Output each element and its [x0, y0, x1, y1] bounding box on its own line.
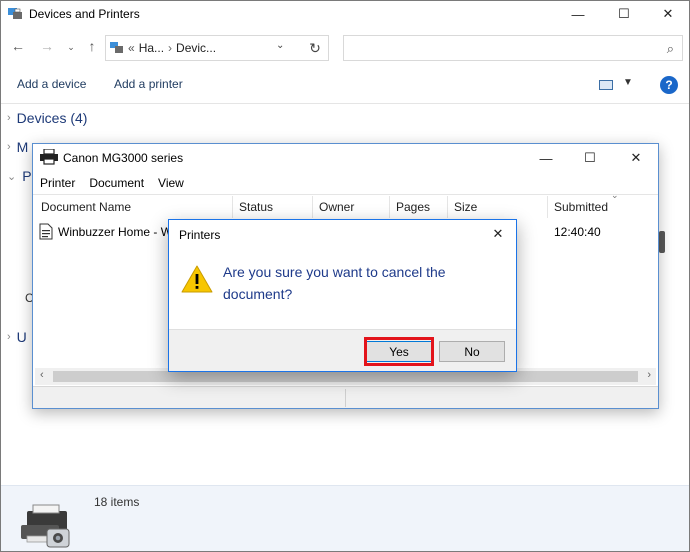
scroll-left-icon[interactable]: ‹	[40, 369, 44, 381]
address-path[interactable]: « Ha... › Devic... ⌄	[105, 35, 329, 61]
details-pane: 18 items	[1, 485, 689, 551]
dialog-button-bar: Yes No	[169, 329, 516, 371]
column-size[interactable]: Size	[448, 196, 548, 218]
minimize-button[interactable]: —	[555, 1, 601, 27]
overflow-chevrons[interactable]: «	[128, 41, 135, 55]
refresh-icon[interactable]: ↻	[301, 35, 329, 61]
column-owner[interactable]: Owner	[313, 196, 390, 218]
queue-status-bar	[33, 386, 658, 408]
up-arrow-icon[interactable]: ↑	[83, 38, 101, 54]
dialog-close-button[interactable]: ✕	[486, 223, 510, 245]
add-printer-button[interactable]: Add a printer	[114, 77, 183, 91]
breadcrumb-devices[interactable]: Devic...	[176, 41, 216, 55]
printer-icon	[39, 148, 59, 165]
control-panel-icon	[110, 42, 124, 54]
dialog-title: Printers	[179, 228, 221, 242]
column-status[interactable]: Status	[233, 196, 313, 218]
no-button[interactable]: No	[439, 341, 505, 362]
recent-locations-chevron-icon[interactable]: ⌄	[62, 42, 80, 53]
section-unspecified[interactable]: › U	[7, 329, 27, 345]
status-divider	[345, 389, 346, 407]
close-button[interactable]: ✕	[645, 1, 690, 27]
change-view-icon[interactable]	[599, 80, 613, 90]
yes-button-highlight	[364, 337, 434, 366]
view-options-dropdown-icon[interactable]: ▼	[623, 77, 633, 88]
dialog-message: Are you sure you want to cancel the docu…	[223, 264, 446, 302]
command-bar: Add a device Add a printer ▼ ?	[1, 71, 689, 99]
window-title: Devices and Printers	[29, 7, 140, 21]
scroll-right-icon[interactable]: ›	[647, 369, 651, 381]
queue-menu-bar: Printer Document View	[33, 173, 658, 193]
menu-document[interactable]: Document	[82, 173, 151, 193]
add-device-button[interactable]: Add a device	[17, 77, 86, 91]
document-icon	[39, 223, 53, 240]
devices-printers-icon	[7, 7, 23, 21]
address-bar-row: ← → ⌄ ↑ « Ha... › Devic... ⌄ ↻ ⌕	[1, 34, 689, 62]
section-devices[interactable]: › Devices (4)	[7, 110, 87, 126]
queue-window-title: Canon MG3000 series	[63, 151, 184, 165]
device-icon-fragment	[659, 231, 665, 253]
menu-printer[interactable]: Printer	[33, 173, 82, 193]
section-multimedia-label: M	[16, 139, 29, 155]
printer-device-icon	[19, 503, 75, 551]
warning-icon	[181, 264, 213, 294]
breadcrumb-hardware[interactable]: Ha...	[139, 41, 164, 55]
submitted-cell: 12:40:40	[554, 225, 601, 239]
chevron-down-icon: ⌄	[7, 170, 17, 183]
cancel-confirmation-dialog: Printers ✕ Are you sure you want to canc…	[168, 219, 517, 372]
section-unspecified-label: U	[16, 329, 27, 345]
divider	[1, 103, 689, 104]
breadcrumb-separator: ›	[168, 41, 173, 55]
column-document-name[interactable]: Document Name	[35, 196, 233, 218]
help-icon[interactable]: ?	[660, 76, 678, 94]
queue-close-button[interactable]: ✕	[621, 147, 651, 169]
chevron-right-icon: ›	[7, 112, 11, 124]
maximize-button[interactable]: ☐	[601, 1, 647, 27]
column-pages[interactable]: Pages	[390, 196, 448, 218]
section-multimedia[interactable]: › M	[7, 139, 28, 155]
address-dropdown-chevron-icon[interactable]: ⌄	[276, 40, 284, 51]
item-count: 18 items	[94, 495, 140, 509]
queue-maximize-button[interactable]: ☐	[575, 147, 605, 169]
search-input[interactable]: ⌕	[343, 35, 683, 61]
search-icon[interactable]: ⌕	[667, 41, 674, 57]
menu-view[interactable]: View	[151, 173, 191, 193]
scrollbar-thumb[interactable]	[53, 371, 638, 382]
section-devices-label: Devices (4)	[16, 110, 88, 126]
divider	[33, 194, 658, 195]
forward-arrow-icon[interactable]: →	[38, 38, 56, 54]
chevron-right-icon: ›	[7, 331, 11, 343]
column-submitted[interactable]: Submitted	[548, 196, 656, 218]
chevron-right-icon: ›	[7, 141, 11, 153]
sort-chevron-icon: ⌄	[611, 190, 619, 200]
queue-minimize-button[interactable]: —	[531, 147, 561, 169]
back-arrow-icon[interactable]: ←	[9, 38, 27, 54]
